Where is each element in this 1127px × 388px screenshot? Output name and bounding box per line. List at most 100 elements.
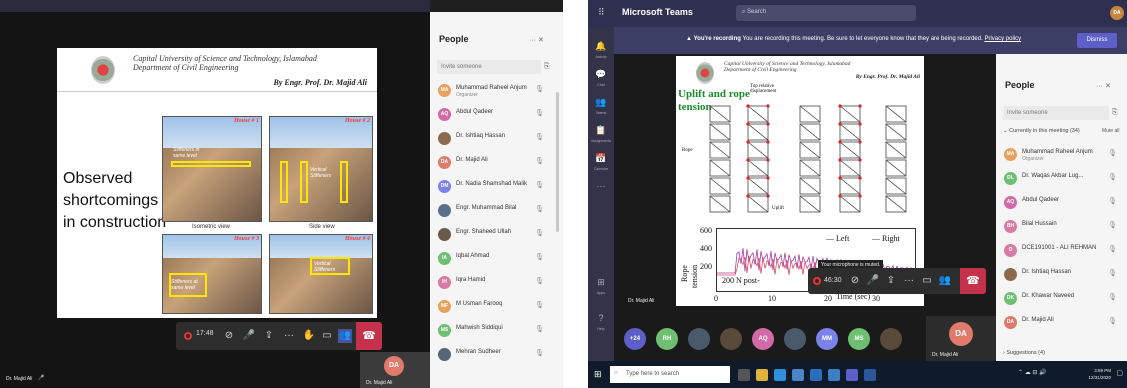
bell-icon[interactable]: 🔔: [595, 41, 607, 53]
teams-icon[interactable]: 👥: [595, 97, 607, 109]
participant-item[interactable]: Dr. Ishtiaq Hassan 🎙: [430, 126, 554, 152]
mic-muted-icon[interactable]: 🎙: [535, 229, 544, 237]
gallery-participant-avatar[interactable]: +24: [624, 328, 646, 350]
mute-all-button[interactable]: Mute all: [1102, 128, 1120, 134]
store-icon[interactable]: [792, 369, 804, 381]
participants-icon[interactable]: 👥: [938, 274, 952, 288]
mic-muted-icon[interactable]: 🎙: [1108, 269, 1117, 277]
mic-muted-icon[interactable]: 🎙: [535, 205, 544, 213]
gallery-participant-avatar[interactable]: [720, 328, 742, 350]
mic-muted-icon[interactable]: 🎙: [535, 133, 544, 141]
explorer-icon[interactable]: [756, 369, 768, 381]
search-input[interactable]: ⌕ Search: [736, 5, 916, 21]
camera-off-icon[interactable]: ⊘: [222, 329, 236, 343]
photos-icon[interactable]: [828, 369, 840, 381]
share-screen-icon[interactable]: ⇪: [884, 274, 898, 288]
participant-item[interactable]: D DCE191001 - ALI REHMAN 🎙: [996, 238, 1127, 264]
participant-item[interactable]: DA Dr. Majid Ali 🎙: [996, 310, 1127, 336]
user-avatar[interactable]: DA: [1110, 6, 1124, 20]
task-view-icon[interactable]: [738, 369, 750, 381]
mic-muted-icon[interactable]: 🎙: [535, 349, 544, 357]
participant-item[interactable]: MA Muhammad Raheel Anjum Organizer 🎙: [430, 78, 554, 104]
calendar-icon[interactable]: 📅: [595, 153, 607, 165]
more-actions-icon[interactable]: ···: [902, 274, 916, 288]
participant-item[interactable]: IA Iqbal Ahmad 🎙: [430, 246, 554, 272]
share-invite-icon[interactable]: ⎘: [1112, 109, 1118, 117]
participant-item[interactable]: AQ Abdul Qadeer 🎙: [430, 102, 554, 128]
participant-item[interactable]: Engr. Shaheed Ullah 🎙: [430, 222, 554, 248]
help-icon[interactable]: ?: [595, 313, 607, 325]
more-actions-icon[interactable]: ···: [282, 329, 296, 343]
edge-icon[interactable]: [774, 369, 786, 381]
gallery-participant-avatar[interactable]: RH: [656, 328, 678, 350]
mic-muted-icon[interactable]: 🎙: [535, 157, 544, 165]
system-tray-icons[interactable]: ⌃ ☁ ⊟ 🔊: [1018, 369, 1047, 376]
people-panel-actions[interactable]: ··· ✕: [1096, 82, 1111, 90]
mic-muted-icon[interactable]: 🎙: [1108, 245, 1117, 253]
windows-start-icon[interactable]: ⊞: [594, 369, 602, 380]
mic-muted-icon[interactable]: 🎙: [1108, 173, 1117, 181]
mic-muted-icon[interactable]: 🎙: [535, 181, 544, 189]
mic-muted-icon[interactable]: 🎙: [1108, 197, 1117, 205]
gallery-participant-avatar[interactable]: [880, 328, 902, 350]
participant-item[interactable]: MF M Usman Farooq 🎙: [430, 294, 554, 320]
participant-item[interactable]: DK Dr. Khawar Naveed 🎙: [996, 286, 1127, 312]
slide-university: Capital University of Science and Techno…: [133, 54, 317, 72]
notifications-icon[interactable]: ▢: [1116, 369, 1123, 377]
participant-item[interactable]: IH Iqra Hamid 🎙: [430, 270, 554, 296]
participant-item[interactable]: AQ Abdul Qadeer 🎙: [996, 190, 1127, 216]
app-launcher-icon[interactable]: ⠿: [598, 7, 605, 18]
privacy-policy-link[interactable]: Privacy policy: [984, 36, 1021, 42]
word-icon[interactable]: [864, 369, 876, 381]
mic-muted-icon[interactable]: 🎙: [535, 253, 544, 261]
chat-icon[interactable]: 💬: [595, 69, 607, 81]
participant-item[interactable]: MS Mahwish Siddiqui 🎙: [430, 318, 554, 344]
people-panel-actions[interactable]: ··· ✕: [529, 36, 544, 44]
in-meeting-section[interactable]: ⌄ Currently in this meeting (34): [1003, 128, 1080, 134]
mic-muted-icon[interactable]: 🎙: [535, 325, 544, 333]
gallery-participant-avatar[interactable]: [688, 328, 710, 350]
mic-muted-icon[interactable]: 🎙: [535, 277, 544, 285]
mic-off-icon[interactable]: 🎤: [242, 329, 256, 343]
teams-taskbar-icon[interactable]: [846, 369, 858, 381]
mail-icon[interactable]: [810, 369, 822, 381]
gallery-participant-avatar[interactable]: AQ: [752, 328, 774, 350]
participant-item[interactable]: MA Muhammad Raheel Anjum Organizer 🎙: [996, 142, 1127, 168]
mic-muted-icon[interactable]: 🎙: [535, 301, 544, 309]
share-invite-icon[interactable]: ⎘: [544, 63, 550, 71]
participant-item[interactable]: DA Dr. Majid Ali 🎙: [430, 150, 554, 176]
participant-item[interactable]: DM Dr. Nadia Shamshad Malik 🎙: [430, 174, 554, 200]
chat-icon[interactable]: ▭: [920, 274, 934, 288]
participants-icon[interactable]: 👥: [338, 329, 352, 343]
suggestions-section[interactable]: › Suggestions (4): [1003, 350, 1045, 356]
invite-someone-input[interactable]: Invite someone: [437, 60, 541, 74]
participant-item[interactable]: Dr. Ishtiaq Hassan 🎙: [996, 262, 1127, 288]
participant-item[interactable]: Mehran Sudheer 🎙: [430, 342, 554, 368]
mic-muted-icon[interactable]: 🎙: [1108, 293, 1117, 301]
invite-someone-input[interactable]: Invite someone: [1003, 106, 1109, 120]
gallery-participant-avatar[interactable]: MM: [816, 328, 838, 350]
assignments-icon[interactable]: 📋: [595, 125, 607, 137]
mic-muted-icon[interactable]: 🎙: [1108, 221, 1117, 229]
mic-off-icon[interactable]: 🎤: [866, 274, 880, 288]
gallery-participant-avatar[interactable]: [784, 328, 806, 350]
mic-muted-icon[interactable]: 🎙: [1108, 149, 1117, 157]
participant-item[interactable]: DL Dr. Waqas Akbar Lug... 🎙: [996, 166, 1127, 192]
camera-off-icon[interactable]: ⊘: [848, 274, 862, 288]
gallery-participant-avatar[interactable]: MS: [848, 328, 870, 350]
mic-muted-icon[interactable]: 🎙: [1108, 317, 1117, 325]
apps-icon[interactable]: ⊞: [595, 277, 607, 289]
dismiss-button[interactable]: Dismiss: [1077, 33, 1117, 48]
share-screen-icon[interactable]: ⇪: [262, 329, 276, 343]
people-scrollbar[interactable]: [556, 92, 559, 232]
mic-muted-icon[interactable]: 🎙: [535, 109, 544, 117]
mic-muted-icon[interactable]: 🎙: [535, 85, 544, 93]
hang-up-button[interactable]: ☎: [960, 268, 986, 294]
hang-up-button[interactable]: ☎: [356, 322, 382, 350]
raise-hand-icon[interactable]: ✋: [302, 329, 316, 343]
participant-item[interactable]: Engr. Muhammad Bilal 🎙: [430, 198, 554, 224]
taskbar-search-input[interactable]: ○ Type here to search: [610, 366, 730, 383]
more-icon[interactable]: ···: [595, 181, 607, 193]
participant-item[interactable]: BH Bilal Hussain 🎙: [996, 214, 1127, 240]
chat-icon[interactable]: ▭: [320, 329, 334, 343]
